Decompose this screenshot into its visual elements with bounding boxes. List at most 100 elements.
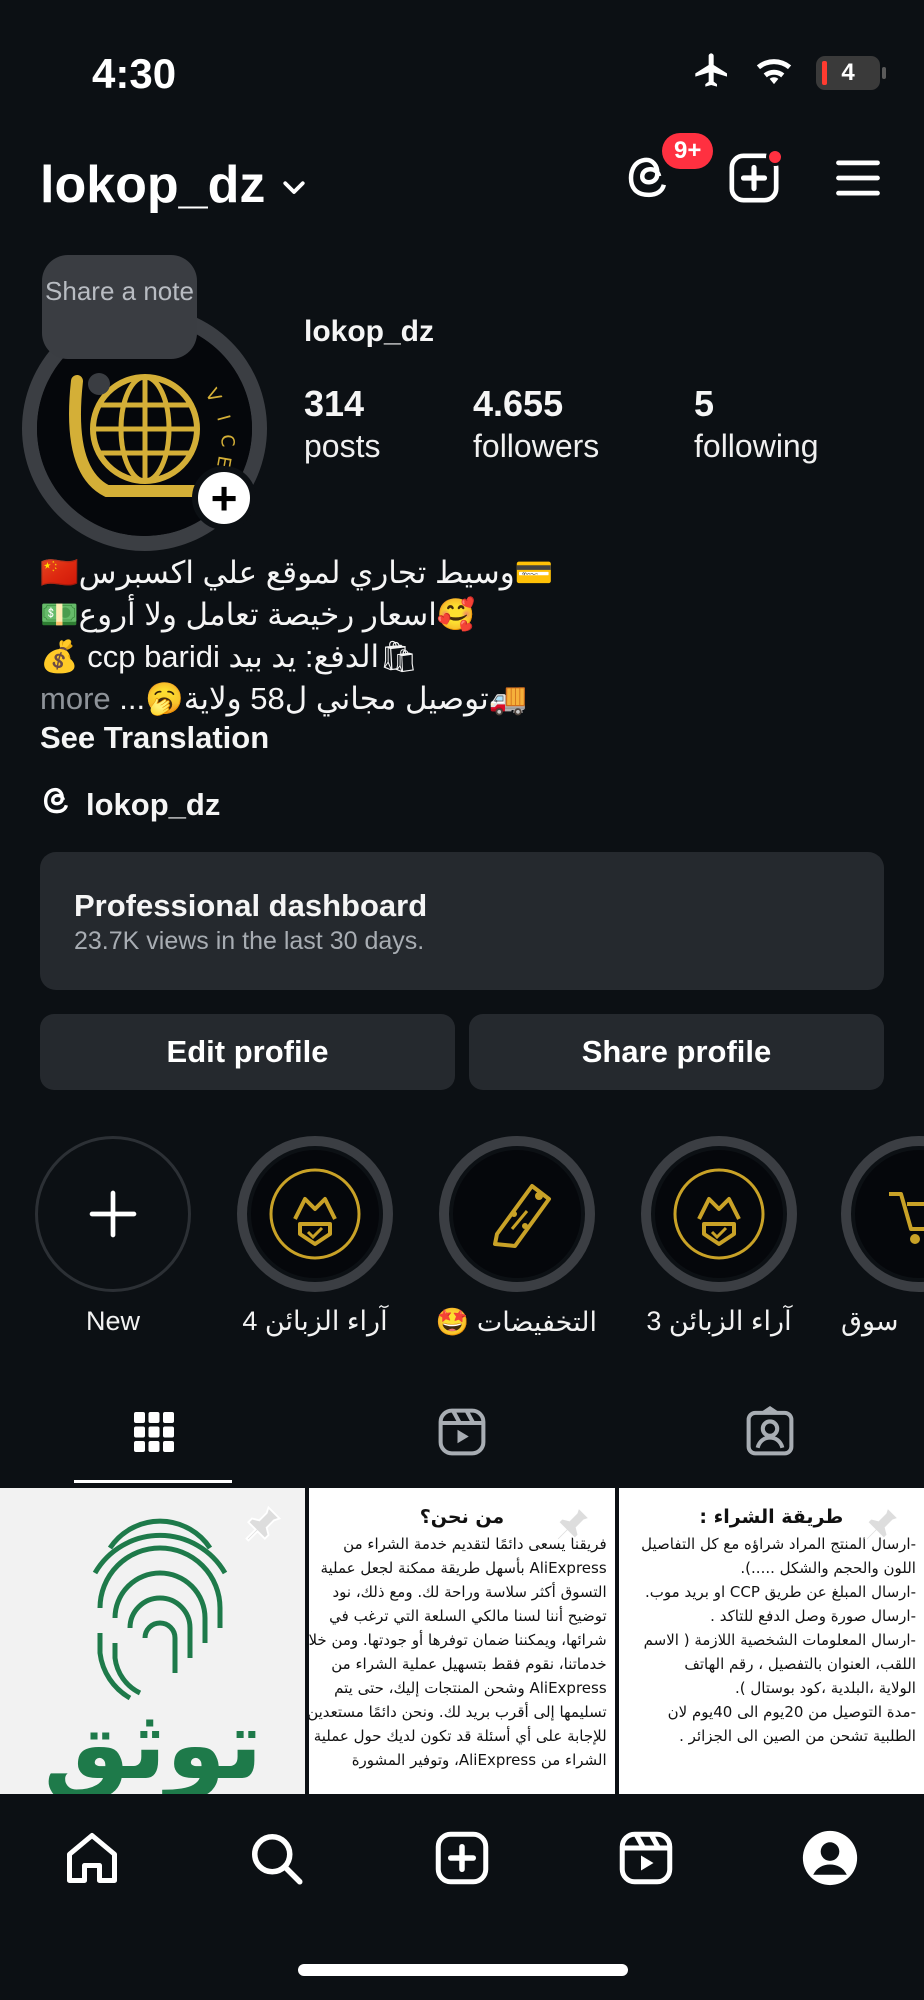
airplane-icon [692,50,732,95]
post-thumbnail[interactable]: من نحن؟ فريقنا يسعى دائمًا لتقديم خدمة ا… [309,1488,615,1794]
dashboard-title: Professional dashboard [74,888,428,923]
highlight-item[interactable]: آراء الزبائن 3 [639,1136,799,1337]
reels-icon [616,1828,676,1893]
status-icons: 4 [692,50,886,95]
nav-profile[interactable] [784,1820,876,1900]
dashboard-subtitle: 23.7K views in the last 30 days. [74,927,425,955]
post-line: AliExpress بأسهل طريقة ممكنة لجعل عملية [320,1559,607,1577]
stat-posts[interactable]: 314 posts [304,382,380,466]
post-line: -ارسال المعلومات الشخصية اللازمة ( الاسم [643,1631,916,1649]
post-thumbnail[interactable]: طريقة الشراء : -ارسال المنتج المراد شراؤ… [618,1488,924,1794]
profile-icon [799,1827,861,1894]
header-actions: 9+ [622,133,884,211]
handshake-shield-icon [247,1146,383,1282]
highlight-ring [641,1136,797,1292]
profile-name: lokop_dz [304,315,435,348]
post-line: اللون والحجم والشكل .....). [740,1559,916,1577]
highlight-ring [439,1136,595,1292]
post-thumbnail[interactable]: توثق [0,1488,306,1794]
add-story-button[interactable]: + [192,466,256,530]
plus-icon [89,1190,137,1238]
create-button[interactable] [726,148,784,211]
post-line: توضيح أننا لسنا مالكي السلعة التي ترغب ف… [329,1607,607,1625]
threads-profile-link[interactable]: lokop_dz [40,784,220,826]
post-line: اللقب، العنوان بالتفصيل ، رقم الهاتف [684,1655,916,1673]
menu-icon [832,160,884,208]
nav-reels[interactable] [600,1820,692,1900]
see-translation-link[interactable]: See Translation [40,720,269,756]
notification-badge: 9+ [662,133,714,169]
highlight-label: التخفيضات 🤩 [435,1307,597,1337]
handshake-shield-icon [651,1146,787,1282]
highlight-new[interactable]: New [33,1136,193,1337]
post-logo-text: توثق [44,1689,263,1794]
stat-followers[interactable]: 4.655 followers [473,382,599,466]
create-icon [726,153,782,210]
highlight-label: سوق [841,1306,899,1336]
bio-line: 💳وسيط تجاري لموقع علي اكسبرس🇨🇳 [40,555,554,590]
account-switcher[interactable]: lokop_dz [40,155,309,215]
reels-icon [435,1405,489,1464]
profile-tabs [0,1380,924,1488]
highlight-label: New [85,1306,140,1336]
share-profile-button[interactable]: Share profile [469,1014,884,1090]
tagged-icon [743,1405,797,1464]
stat-value: 4.655 [473,383,564,424]
nav-home[interactable] [46,1820,138,1900]
share-note-bubble[interactable]: Share a note [42,255,197,359]
new-dot [766,148,784,166]
post-line: الشراء من AliExpress، وتوفير المشورة [351,1751,607,1769]
stat-label: followers [473,428,600,464]
menu-button[interactable] [832,152,884,209]
chevron-down-icon [279,155,309,215]
bio-line-last: 🚚توصيل مجاني ل58 ولاية🥱... more [40,678,600,720]
threads-icon [40,784,74,826]
svg-text:C: C [216,434,238,448]
highlight-item[interactable]: سوق [841,1136,924,1337]
bio-line: 💰 ccp baridi الدفع: يد بيد🛍 [40,639,419,674]
highlight-item[interactable]: التخفيضات 🤩 [435,1136,597,1338]
bio-line-text: 🚚توصيل مجاني ل58 ولاية🥱... [119,681,528,716]
bio-line: 🥰اسعار رخيصة تعامل ولا أروع💵 [40,597,476,632]
post-line: -ارسال المبلغ عن طريق CCP او بريد موب. [645,1583,916,1601]
nav-search[interactable] [230,1820,322,1900]
tab-posts[interactable] [0,1380,308,1488]
post-line: للإجابة على أي أسئلة قد تكون لديك حول عم… [313,1727,607,1745]
post-line: AliExpress وشحن المنتجات إليك، حتى يتم [334,1679,607,1697]
pin-icon [860,1502,904,1551]
professional-dashboard[interactable]: Professional dashboard 23.7K views in th… [40,852,884,990]
threads-icon [622,157,676,209]
account-username: lokop_dz [40,156,266,214]
threads-button[interactable]: 9+ [622,133,714,210]
grid-icon [130,1408,178,1461]
posts-grid: توثق من نحن؟ فريقنا يسعى دائمًا لتقديم خ… [0,1488,924,1794]
pin-icon [551,1502,595,1551]
post-line: -ارسال صورة وصل الدفع للتاكد . [710,1607,916,1625]
status-time: 4:30 [92,50,177,97]
battery-icon: 4 [816,55,886,90]
threads-link-label: lokop_dz [86,787,221,822]
discount-tag-icon [449,1146,585,1282]
shopping-cart-icon [851,1146,924,1282]
tab-reels[interactable] [308,1380,616,1488]
wifi-icon [754,53,794,92]
post-line: شرائها، ويمكننا ضمان توفرها أو جودتها. و… [309,1631,607,1649]
stat-label: following [694,428,819,464]
search-icon [246,1828,306,1893]
highlight-ring [35,1136,191,1292]
bio: 💳وسيط تجاري لموقع علي اكسبرس🇨🇳 🥰اسعار رخ… [40,552,600,720]
highlight-item[interactable]: آراء الزبائن 4 [235,1136,395,1337]
tab-tagged[interactable] [616,1380,924,1488]
post-line: الطلبية تشحن من الصين الى الجزائر . [679,1727,916,1745]
nav-create[interactable] [416,1820,508,1900]
home-icon [62,1828,122,1893]
stat-value: 314 [304,383,365,424]
bio-more-link[interactable]: more [40,681,111,716]
stat-following[interactable]: 5 following [694,382,819,466]
post-line: التسوق أكثر سلاسة وراحة لك. ومع ذلك، نود [332,1583,607,1601]
edit-profile-button[interactable]: Edit profile [40,1014,455,1090]
highlight-label: آراء الزبائن 3 [646,1306,792,1336]
post-line: الولاية ،البلدية ،كود بوستال ). [734,1679,916,1697]
highlight-label: آراء الزبائن 4 [242,1306,388,1336]
note-tail [88,373,110,395]
